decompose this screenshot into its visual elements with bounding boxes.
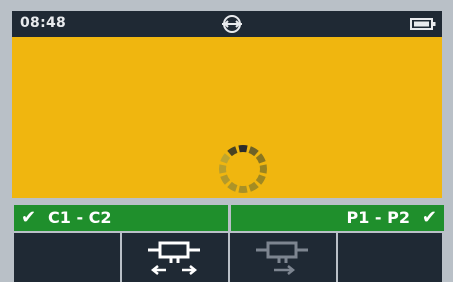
softkey-bar xyxy=(12,233,442,282)
connection-p1-p2-status: P1 - P2 ✔ xyxy=(231,205,444,231)
spinner-segment xyxy=(248,146,259,157)
connection-c1-c2-status: ✔ C1 - C2 xyxy=(14,205,228,231)
spinner-segment xyxy=(259,164,267,174)
status-bar: 08:48 xyxy=(12,11,442,37)
unidirectional-test-icon xyxy=(256,241,308,275)
softkey-unidirectional-test[interactable] xyxy=(230,233,336,282)
divider xyxy=(12,198,442,204)
spinner-segment xyxy=(255,174,266,185)
spinner-segment xyxy=(219,164,227,174)
battery-icon xyxy=(410,18,436,30)
spinner-segment xyxy=(227,181,238,192)
connection-label-left: C1 - C2 xyxy=(48,208,112,227)
spinner-segment xyxy=(255,153,266,164)
spinner-segment xyxy=(220,174,231,185)
device-screen: 08:48 ✔ C1 - C2 P1 - P2 ✔ xyxy=(0,0,453,282)
softkey-bidirectional-test[interactable] xyxy=(122,233,228,282)
clock-time: 08:48 xyxy=(20,15,67,31)
spinner-segment xyxy=(227,146,238,157)
measurement-panel xyxy=(12,37,442,198)
loading-spinner-icon xyxy=(219,145,267,193)
bidirectional-test-icon xyxy=(148,241,200,275)
spinner-segment xyxy=(220,153,231,164)
probe-link-icon xyxy=(222,15,242,33)
spinner-segment xyxy=(238,185,248,193)
spinner-segment xyxy=(248,181,259,192)
check-icon: ✔ xyxy=(421,207,437,228)
check-icon: ✔ xyxy=(21,207,37,228)
softkey-4[interactable] xyxy=(338,233,442,282)
softkey-1[interactable] xyxy=(14,233,120,282)
spinner-segment xyxy=(238,145,248,153)
connection-label-right: P1 - P2 xyxy=(346,208,411,227)
